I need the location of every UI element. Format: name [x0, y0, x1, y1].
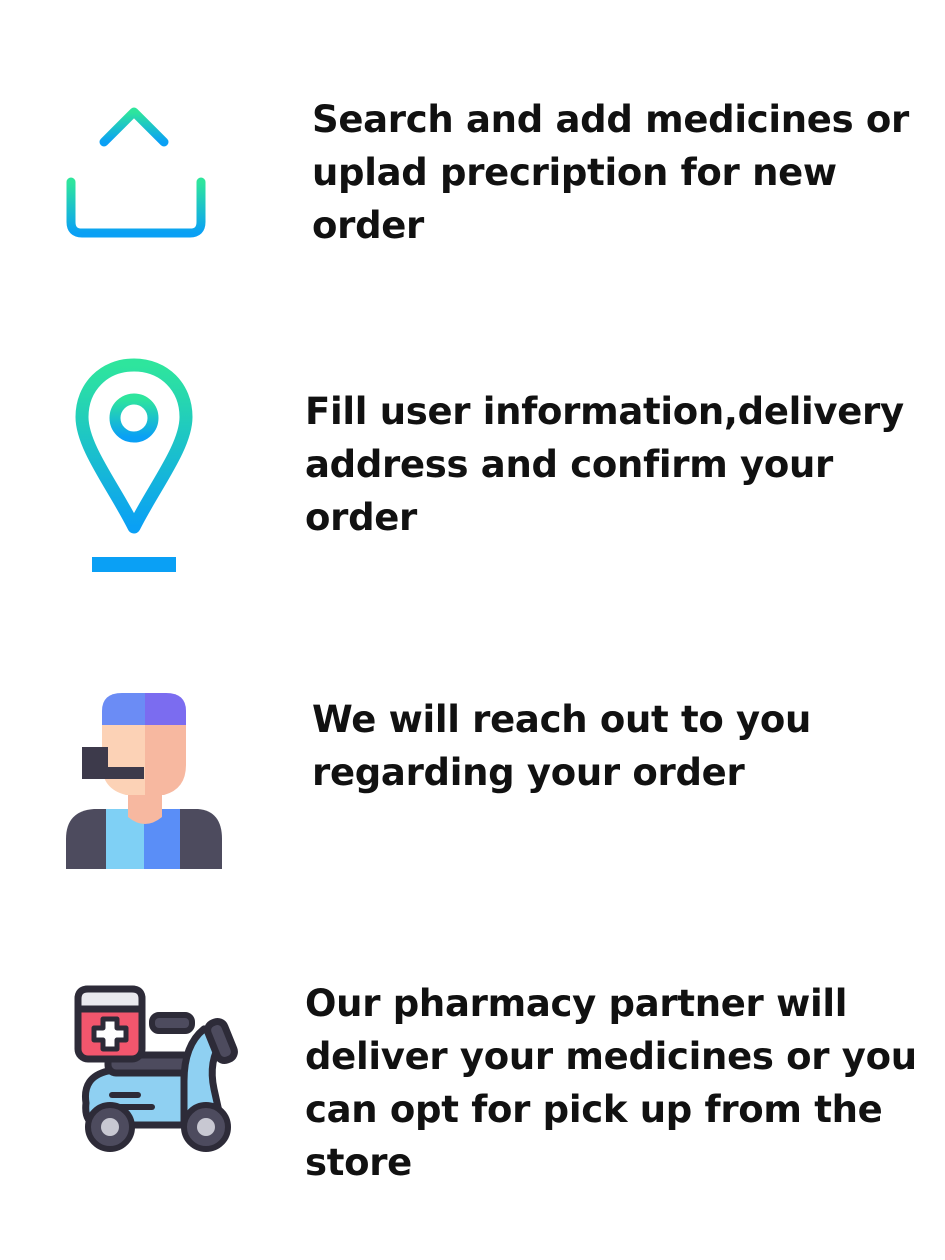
step-description: Search and add medicines or uplad precri… [312, 98, 909, 247]
step-fill-information: Fill user information,delivery address a… [0, 350, 945, 580]
support-agent-icon [66, 689, 226, 874]
step-description: We will reach out to you regarding your … [312, 698, 812, 794]
step-search-medicines: Search and add medicines or uplad precri… [0, 90, 945, 260]
delivery-scooter-icon [72, 985, 247, 1155]
location-pin-icon [74, 355, 198, 580]
step-description: Our pharmacy partner will deliver your m… [305, 982, 917, 1184]
upload-icon [66, 100, 206, 240]
step-delivery: Our pharmacy partner will deliver your m… [0, 975, 945, 1205]
step-reach-out: We will reach out to you regarding your … [0, 685, 945, 875]
step-description: Fill user information,delivery address a… [305, 390, 904, 539]
